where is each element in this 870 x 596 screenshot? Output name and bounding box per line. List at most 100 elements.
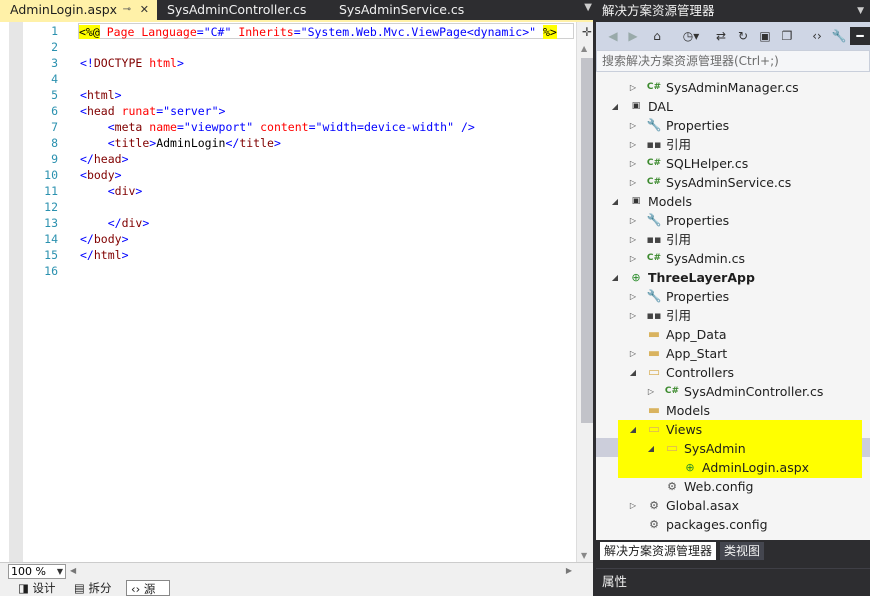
tree-item[interactable]: ▷ C# SysAdminManager.cs [596, 78, 870, 97]
code-line[interactable]: </body> [80, 231, 129, 247]
tree-item[interactable]: ◢ ▣ DAL [596, 97, 870, 116]
tree-item[interactable]: ⊕ AdminLogin.aspx [596, 458, 870, 477]
tree-item[interactable]: ◢ ⊕ ThreeLayerApp [596, 268, 870, 287]
tree-item[interactable]: ◢ ▣ Models [596, 192, 870, 211]
tree-item[interactable]: ▷ 🔧 Properties [596, 287, 870, 306]
tree-item[interactable]: ⚙ Web.config [596, 477, 870, 496]
collapse-all-icon[interactable]: ▣ [756, 27, 774, 45]
tree-item[interactable]: ▷ C# SQLHelper.cs [596, 154, 870, 173]
code-line[interactable]: <head runat="server"> [80, 103, 225, 119]
tree-item[interactable]: ▷ ▪▪ 引用 [596, 230, 870, 249]
collapsed-arrow-icon[interactable]: ▷ [628, 344, 638, 363]
expanded-arrow-icon[interactable]: ◢ [646, 439, 656, 458]
tab-label: 类视图 [724, 544, 761, 558]
forward-icon[interactable]: ▶ [624, 27, 642, 45]
refresh-icon[interactable]: ↻ [734, 27, 752, 45]
tree-item[interactable]: ▷ 🔧 Properties [596, 116, 870, 135]
pin-icon[interactable]: ⊸ [123, 0, 131, 20]
tree-item[interactable]: ▷ ▬ App_Start [596, 344, 870, 363]
collapsed-arrow-icon[interactable]: ▷ [628, 306, 638, 325]
back-icon[interactable]: ◀ [604, 27, 622, 45]
scroll-down-icon[interactable]: ▼ [581, 551, 587, 560]
view-code-icon[interactable]: ‹› [808, 27, 826, 45]
collapsed-arrow-icon[interactable]: ▷ [628, 249, 638, 268]
folder-open-icon: ▭ [647, 422, 661, 437]
zoom-dropdown[interactable]: 100 % ▼ [8, 564, 66, 579]
code-line[interactable]: </html> [80, 247, 129, 263]
code-token: > [273, 136, 281, 150]
tree-item-label: Views [666, 422, 703, 437]
tree-item[interactable]: ◢ ▭ Controllers [596, 363, 870, 382]
scroll-right-icon[interactable]: ▶ [566, 566, 572, 575]
collapsed-arrow-icon[interactable]: ▷ [628, 230, 638, 249]
collapsed-arrow-icon[interactable]: ▷ [628, 211, 638, 230]
tab-sysadminservice-cs[interactable]: SysAdminService.cs [329, 0, 479, 20]
solution-search-input[interactable]: 搜索解决方案资源管理器(Ctrl+;) [596, 50, 870, 72]
code-line[interactable]: <meta name="viewport" content="width=dev… [80, 119, 475, 135]
code-line[interactable]: </head> [80, 151, 129, 167]
code-editor[interactable]: 1 2 3 4 5 6 7 8 9 10 11 12 13 14 15 16 <%@ Page Languag… [0, 20, 596, 562]
show-all-files-icon[interactable]: ❐ [778, 27, 796, 45]
expanded-arrow-icon[interactable]: ◢ [610, 268, 620, 287]
pending-changes-filter-icon[interactable]: ◷▾ [678, 27, 704, 45]
collapsed-arrow-icon[interactable]: ▷ [628, 154, 638, 173]
scroll-up-icon[interactable]: ▲ [581, 44, 587, 53]
tree-item[interactable]: ▷ ▪▪ 引用 [596, 306, 870, 325]
sync-icon[interactable]: ⇄ [712, 27, 730, 45]
design-view-button[interactable]: ◨ 设计 [14, 580, 64, 596]
tree-item[interactable]: ▷ C# SysAdminService.cs [596, 173, 870, 192]
code-line[interactable]: </div> [80, 215, 150, 231]
home-icon[interactable]: ⌂ [648, 27, 666, 45]
tab-adminlogin-aspx[interactable]: AdminLogin.aspx ⊸ ✕ [0, 0, 157, 20]
scroll-left-icon[interactable]: ◀ [70, 566, 76, 575]
source-view-button[interactable]: ‹› 源 [126, 580, 170, 596]
close-icon[interactable]: ✕ [140, 0, 149, 20]
tab-dropdown-icon[interactable]: ▼ [584, 2, 592, 13]
code-line[interactable]: <!DOCTYPE html> [80, 55, 184, 71]
tree-item[interactable]: ⚙ packages.config [596, 515, 870, 534]
code-line[interactable]: <div> [80, 183, 143, 199]
properties-wrench-icon[interactable]: 🔧 [830, 27, 848, 45]
collapsed-arrow-icon[interactable]: ▷ [628, 116, 638, 135]
code-token: Page [106, 25, 135, 39]
tab-sysadmincontroller-cs[interactable]: SysAdminController.cs [157, 0, 329, 20]
tree-item[interactable]: ▷ ⚙ Global.asax [596, 496, 870, 515]
expanded-arrow-icon[interactable]: ◢ [610, 97, 620, 116]
panel-menu-icon[interactable]: ▼ [857, 0, 864, 22]
expanded-arrow-icon[interactable]: ◢ [610, 192, 620, 211]
editor-tab-strip: AdminLogin.aspx ⊸ ✕ SysAdminController.c… [0, 0, 596, 20]
collapsed-arrow-icon[interactable]: ▷ [628, 287, 638, 306]
collapsed-arrow-icon[interactable]: ▷ [628, 135, 638, 154]
tree-item[interactable]: ▷ C# SysAdmin.cs [596, 249, 870, 268]
tree-item[interactable]: ◢ ▭ SysAdmin [596, 439, 870, 458]
preview-icon[interactable]: ━ [850, 27, 870, 45]
collapsed-arrow-icon[interactable]: ▷ [628, 78, 638, 97]
line-number: 5 [51, 88, 58, 102]
code-line[interactable]: <html> [80, 87, 122, 103]
collapsed-arrow-icon[interactable]: ▷ [646, 382, 656, 401]
expanded-arrow-icon[interactable]: ◢ [628, 363, 638, 382]
tree-item-label: Properties [666, 118, 730, 133]
tree-item[interactable]: ▷ C# SysAdminController.cs [596, 382, 870, 401]
code-line[interactable]: <body> [80, 167, 122, 183]
tree-item[interactable]: ▷ 🔧 Properties [596, 211, 870, 230]
tab-class-view[interactable]: 类视图 [720, 542, 765, 560]
code-token: </ [80, 232, 94, 246]
expanded-arrow-icon[interactable]: ◢ [628, 420, 638, 439]
code-token: </ [107, 216, 122, 230]
code-line[interactable]: <title>AdminLogin</title> [80, 135, 281, 151]
tree-item[interactable]: ▬ Models [596, 401, 870, 420]
solution-tree[interactable]: ▷ C# SysAdminManager.cs ◢ ▣ DAL ▷ 🔧 Properties ▷ ▪… [596, 72, 870, 540]
split-view-button[interactable]: ▤ 拆分 [70, 580, 120, 596]
tab-solution-explorer[interactable]: 解决方案资源管理器 [600, 542, 717, 560]
scroll-thumb[interactable] [581, 58, 593, 423]
collapsed-arrow-icon[interactable]: ▷ [628, 173, 638, 192]
collapsed-arrow-icon[interactable]: ▷ [628, 496, 638, 515]
tree-item[interactable]: ▬ App_Data [596, 325, 870, 344]
tree-item[interactable]: ◢ ▭ Views [596, 420, 870, 439]
code-line[interactable]: <%@ Page Language="C#" Inherits="System.… [78, 23, 574, 39]
code-token: head [86, 104, 115, 118]
tree-item[interactable]: ▷ ▪▪ 引用 [596, 135, 870, 154]
solution-explorer-toolbar: ◀ ▶ ⌂ ◷▾ ⇄ ↻ ▣ ❐ ‹› 🔧 ━ [596, 22, 870, 50]
